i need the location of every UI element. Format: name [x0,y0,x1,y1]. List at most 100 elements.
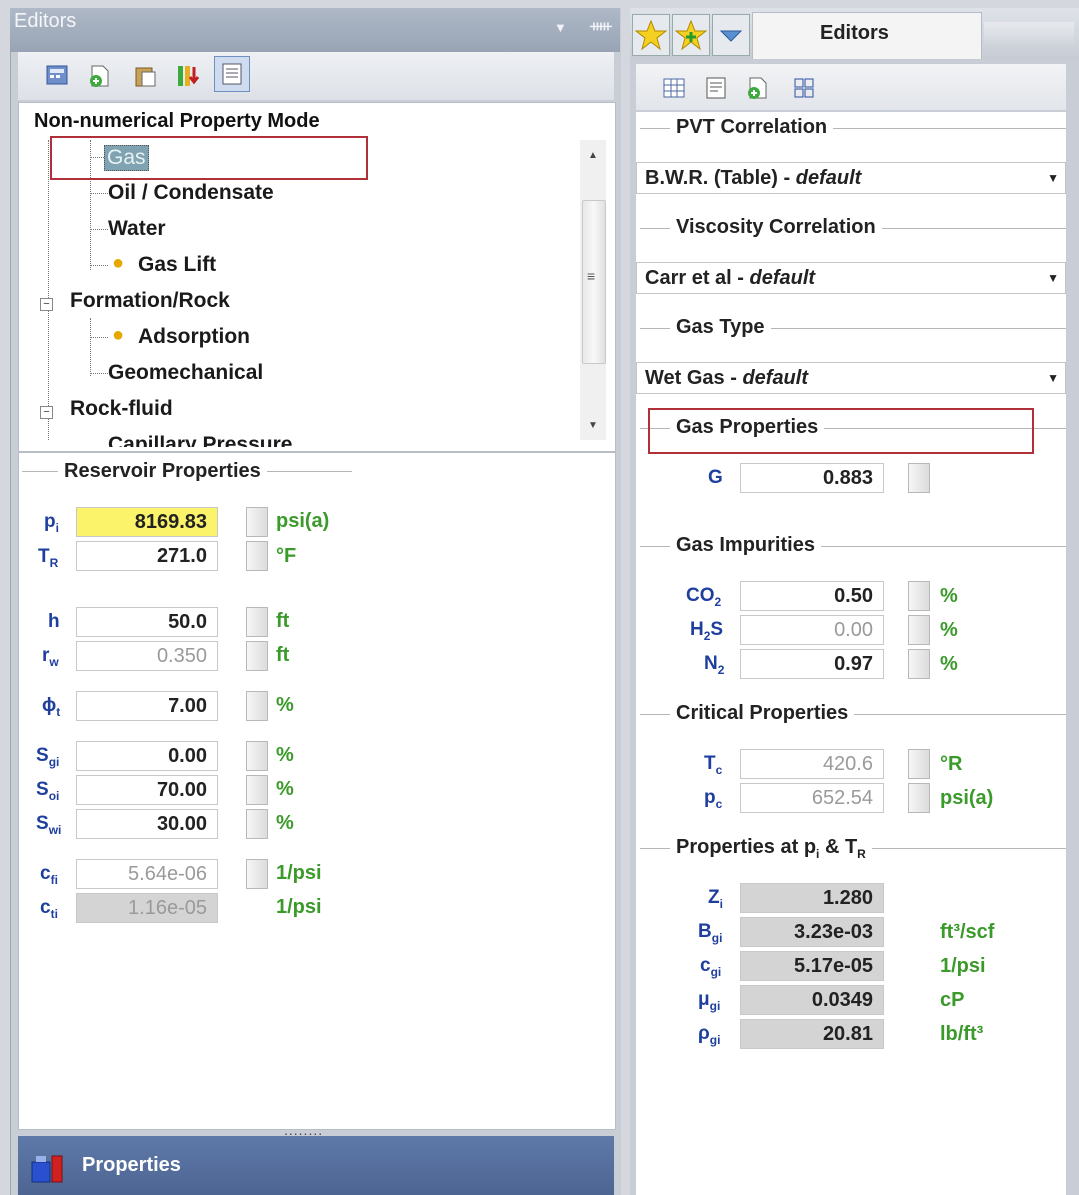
n2-field[interactable]: 0.97 [740,649,884,679]
scroll-down-icon[interactable]: ▼ [588,420,598,431]
tab-editors-label: Editors [820,22,889,44]
soi-field[interactable]: 70.00 [76,775,218,805]
rhogi-field: 20.81 [740,1019,884,1049]
pvt-correlation-select[interactable]: B.W.R. (Table) - default ▼ [636,162,1066,194]
pc-field[interactable]: 652.54 [740,783,884,813]
co2-field[interactable]: 0.50 [740,581,884,611]
pin-icon[interactable]: ᚔ [590,16,612,36]
pvt-default: default [795,167,862,189]
tab-overflow [984,22,1074,46]
dropdown-arrow-icon[interactable]: ▼ [1047,263,1059,293]
cfi-label: cfi [40,863,58,887]
phit-field[interactable]: 7.00 [76,691,218,721]
unit-button[interactable] [246,541,268,571]
add-favorite-icon[interactable] [672,14,710,56]
unit-button[interactable] [908,463,930,493]
open-file-icon[interactable] [82,58,118,94]
unit-button[interactable] [246,741,268,771]
unit-button[interactable] [908,749,930,779]
tree-item-adsorption[interactable]: Adsorption [138,325,250,349]
open-file-icon[interactable] [740,70,776,106]
unit-button[interactable] [246,607,268,637]
tree-item-gas-lift[interactable]: Gas Lift [138,253,216,277]
cfi-field[interactable]: 5.64e-06 [76,859,218,889]
tree-item-rock-fluid[interactable]: Rock-fluid [70,397,173,421]
viscosity-title: Viscosity Correlation [670,216,882,239]
soi-label: Soi [36,779,60,803]
tree-item-water[interactable]: Water [108,217,166,241]
swi-field[interactable]: 30.00 [76,809,218,839]
tree-line [90,265,108,266]
unit-label: % [276,778,294,800]
collapse-icon[interactable]: − [40,406,53,419]
tree-item-geomechanical[interactable]: Geomechanical [108,361,263,385]
phit-label: ϕt [42,695,61,719]
reservoir-title: Reservoir Properties [58,460,267,483]
favorite-star-icon[interactable] [632,14,670,56]
gas-type-default: default [742,367,808,389]
dropdown-icon[interactable]: ▼ [554,20,567,35]
highlight-box [50,136,368,180]
unit-button[interactable] [908,783,930,813]
sgi-field[interactable]: 0.00 [76,741,218,771]
paste-icon[interactable] [128,58,164,94]
unit-button[interactable] [246,775,268,805]
table-view-icon[interactable] [656,70,692,106]
cgi-label: cgi [700,955,722,979]
bgi-label: Bgi [698,921,723,945]
mugi-label: μgi [698,989,721,1013]
scroll-up-icon[interactable]: ▲ [588,150,598,161]
viscosity-correlation-select[interactable]: Carr et al - default ▼ [636,262,1066,294]
g-field[interactable]: 0.883 [740,463,884,493]
report-icon[interactable] [698,70,734,106]
critical-title: Critical Properties [670,702,855,725]
pi-label: pi [44,511,59,535]
key-icon: ● [112,324,125,346]
unit-label: ft [276,644,290,666]
tree-item-oil-condensate[interactable]: Oil / Condensate [108,181,274,205]
calculator-tool-icon[interactable] [40,58,76,94]
rw-field[interactable]: 0.350 [76,641,218,671]
unit-button[interactable] [246,507,268,537]
unit-button[interactable] [908,615,930,645]
unit-button[interactable] [908,649,930,679]
tr-field[interactable]: 271.0 [76,541,218,571]
layout-icon[interactable] [786,70,822,106]
tree-item-formation-rock[interactable]: Formation/Rock [70,289,230,313]
unit-button[interactable] [246,641,268,671]
tree-item-capillary-pressure[interactable]: Capillary Pressure [108,433,292,447]
dropdown-arrow-icon[interactable]: ▼ [1047,163,1059,193]
unit-button[interactable] [246,859,268,889]
cti-label: cti [40,897,58,921]
unit-label: psi(a) [940,787,994,809]
pi-field[interactable]: 8169.83 [76,507,218,537]
h2s-field[interactable]: 0.00 [740,615,884,645]
unit-label: °R [940,753,963,775]
tab-menu-icon[interactable] [712,14,750,56]
unit-label: % [940,585,958,607]
unit-button[interactable] [908,581,930,611]
g-label: G [708,467,723,488]
gas-type-select[interactable]: Wet Gas - default ▼ [636,362,1066,394]
unit-label: 1/psi [276,862,322,884]
tree-header: Non-numerical Property Mode [34,110,320,132]
dropdown-arrow-icon[interactable]: ▼ [1047,363,1059,393]
export-icon[interactable] [170,58,206,94]
unit-button[interactable] [246,809,268,839]
left-pane-title: Editors [14,10,77,32]
highlight-box [648,408,1034,454]
h-field[interactable]: 50.0 [76,607,218,637]
tree-line [90,193,108,194]
unit-button[interactable] [246,691,268,721]
sgi-label: Sgi [36,745,60,769]
tree-item-clip: Capillary Pressure [100,433,330,447]
collapse-icon[interactable]: − [40,298,53,311]
rw-label: rw [42,645,59,669]
property-mode-icon[interactable] [214,56,250,92]
pvt-value: B.W.R. (Table) - [645,167,796,189]
tc-field[interactable]: 420.6 [740,749,884,779]
unit-label: ft³/scf [940,921,995,943]
properties-icon [30,1150,70,1191]
co2-label: CO2 [686,585,722,609]
impurities-title: Gas Impurities [670,534,821,557]
